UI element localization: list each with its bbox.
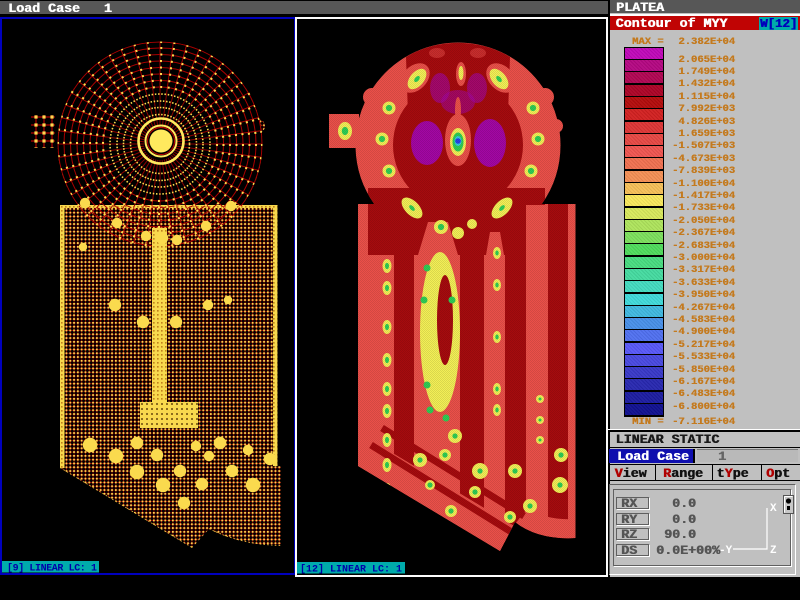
svg-text:X: X <box>770 503 777 515</box>
svg-text:-Y: -Y <box>719 545 733 557</box>
svg-text:Z: Z <box>770 545 777 557</box>
svg-text:[9] LINEAR LC: 1: [9] LINEAR LC: 1 <box>7 563 97 575</box>
svg-text:[12] LINEAR LC: 1: [12] LINEAR LC: 1 <box>300 564 402 576</box>
